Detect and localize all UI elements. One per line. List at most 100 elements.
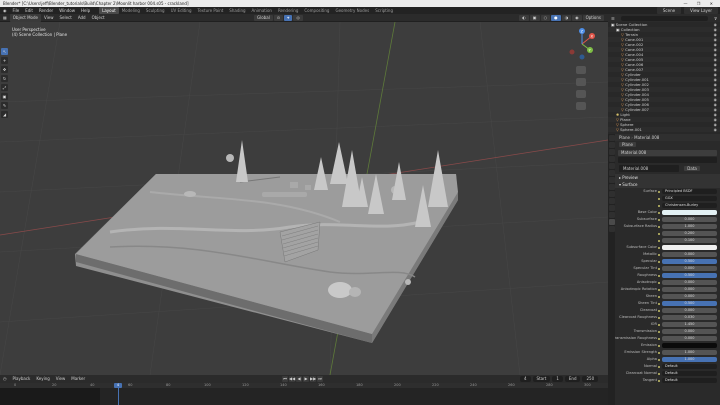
property-value-field[interactable]: 0.500: [662, 259, 717, 264]
jump-keyframe-back-icon[interactable]: ◀◀: [289, 376, 295, 382]
socket-dot-icon[interactable]: [658, 260, 660, 263]
pivot-icon[interactable]: ⊙: [273, 15, 284, 21]
viewport-menu-object[interactable]: Object: [89, 14, 108, 22]
material-slot-2[interactable]: [618, 157, 717, 163]
socket-dot-icon[interactable]: [658, 344, 660, 347]
socket-dot-icon[interactable]: [658, 218, 660, 221]
properties-tab-icon[interactable]: [608, 226, 615, 232]
socket-dot-icon[interactable]: [658, 211, 660, 214]
properties-tab-icon[interactable]: [608, 142, 615, 148]
properties-tab-icon[interactable]: [608, 184, 615, 190]
property-value-field[interactable]: Default: [662, 364, 717, 369]
socket-dot-icon[interactable]: [658, 281, 660, 284]
play-reverse-icon[interactable]: ◀: [296, 376, 302, 382]
timeline-menu-keying[interactable]: Keying: [33, 375, 52, 383]
menu-file[interactable]: File: [10, 7, 23, 14]
properties-tab-icon[interactable]: [608, 177, 615, 183]
socket-dot-icon[interactable]: [658, 288, 660, 291]
socket-dot-icon[interactable]: [658, 302, 660, 305]
scale-tool-icon[interactable]: ⤢: [1, 84, 8, 91]
scene-selector[interactable]: Scene: [656, 7, 682, 14]
material-slot-1[interactable]: Material.008: [618, 150, 717, 156]
properties-tab-icon[interactable]: [608, 205, 615, 211]
properties-tab-icon[interactable]: [608, 156, 615, 162]
visibility-eye-icon[interactable]: ◉: [714, 127, 717, 132]
viewport-menu-view[interactable]: View: [41, 14, 57, 22]
timeline-menu-view[interactable]: View: [53, 375, 69, 383]
filter-icon[interactable]: ⊽: [711, 16, 720, 21]
snap-icon[interactable]: ⌖: [284, 15, 293, 21]
select-tool-icon[interactable]: ↖: [1, 48, 8, 55]
property-value-field[interactable]: Christensen-Burley: [662, 203, 717, 208]
workspace-tab-scripting[interactable]: Scripting: [372, 7, 396, 14]
property-value-field[interactable]: 0.000: [662, 280, 717, 285]
socket-dot-icon[interactable]: [658, 274, 660, 277]
property-value-field[interactable]: 0.200: [662, 231, 717, 236]
proportional-edit-icon[interactable]: ◎: [293, 15, 303, 21]
material-shading-icon[interactable]: ◑: [561, 15, 572, 21]
3d-viewport[interactable]: ↖ + ✥ ↻ ⤢ ▣ ✎ ◢ User Perspective (4) Scene Coll…: [0, 22, 608, 375]
object-selector[interactable]: Plane: [619, 142, 636, 147]
properties-tab-icon[interactable]: [608, 212, 615, 218]
socket-dot-icon[interactable]: [658, 253, 660, 256]
jump-keyframe-forward-icon[interactable]: ▶▶: [310, 376, 316, 382]
property-value-field[interactable]: 1.000: [662, 357, 717, 362]
socket-dot-icon[interactable]: [658, 204, 660, 207]
timeline-area[interactable]: 0 20 40 60 80 100 120 140 160 180 200 220 240 260 280 3…: [0, 383, 608, 405]
view-layer-selector[interactable]: View Layer: [684, 7, 718, 14]
annotate-tool-icon[interactable]: ✎: [1, 102, 8, 109]
property-value-field[interactable]: 0.000: [662, 336, 717, 341]
properties-tab-icon[interactable]: [608, 135, 615, 141]
measure-tool-icon[interactable]: ◢: [1, 111, 8, 118]
surface-section[interactable]: ▾ Surface: [615, 181, 720, 188]
property-value-field[interactable]: 0.000: [662, 217, 717, 222]
property-value-field[interactable]: Principled BSDF: [662, 189, 717, 194]
transform-tool-icon[interactable]: ▣: [1, 93, 8, 100]
property-value-field[interactable]: 0.000: [662, 308, 717, 313]
socket-dot-icon[interactable]: [658, 309, 660, 312]
property-value-field[interactable]: 0.500: [662, 273, 717, 278]
property-value-field[interactable]: 1.000: [662, 224, 717, 229]
workspace-tab-shading[interactable]: Shading: [226, 7, 248, 14]
socket-dot-icon[interactable]: [658, 190, 660, 193]
rotate-tool-icon[interactable]: ↻: [1, 75, 8, 82]
property-value-field[interactable]: 1.000: [662, 350, 717, 355]
socket-dot-icon[interactable]: [658, 197, 660, 200]
property-value-field[interactable]: 0.100: [662, 238, 717, 243]
socket-dot-icon[interactable]: [658, 323, 660, 326]
solid-shading-icon[interactable]: ●: [551, 15, 561, 21]
cursor-tool-icon[interactable]: +: [1, 57, 8, 64]
jump-start-icon[interactable]: ⏮: [282, 376, 288, 382]
socket-dot-icon[interactable]: [658, 246, 660, 249]
socket-dot-icon[interactable]: [658, 232, 660, 235]
wireframe-shading-icon[interactable]: ○: [540, 15, 551, 21]
socket-dot-icon[interactable]: [658, 365, 660, 368]
workspace-tab-animation[interactable]: Animation: [249, 7, 275, 14]
property-value-field[interactable]: 1.450: [662, 322, 717, 327]
rendered-shading-icon[interactable]: ◉: [572, 15, 582, 21]
property-value-field[interactable]: 0.500: [662, 301, 717, 306]
workspace-tab-compositing[interactable]: Compositing: [301, 7, 332, 14]
material-name-field[interactable]: Material.008: [619, 165, 679, 172]
property-value-field[interactable]: 0.000: [662, 252, 717, 257]
viewport-menu-select[interactable]: Select: [56, 14, 74, 22]
window-controls[interactable]: — ❐ ✕: [684, 0, 717, 7]
property-value-field[interactable]: GGX: [662, 196, 717, 201]
preview-section[interactable]: ▸ Preview: [615, 174, 720, 181]
property-value-field[interactable]: [662, 210, 717, 215]
socket-dot-icon[interactable]: [658, 225, 660, 228]
current-frame-field[interactable]: 4: [520, 376, 531, 382]
start-frame-field[interactable]: 1: [552, 376, 563, 382]
outliner-search-input[interactable]: [620, 15, 709, 21]
properties-tab-icon[interactable]: [608, 198, 615, 204]
options-button[interactable]: Options: [582, 15, 604, 21]
material-link-button[interactable]: Data: [684, 166, 700, 171]
properties-tab-icon[interactable]: [608, 149, 615, 155]
property-value-field[interactable]: [662, 343, 717, 348]
socket-dot-icon[interactable]: [658, 379, 660, 382]
properties-tab-icon[interactable]: [608, 191, 615, 197]
mode-selector[interactable]: Object Mode: [9, 13, 41, 22]
socket-dot-icon[interactable]: [658, 351, 660, 354]
jump-end-icon[interactable]: ⏭: [317, 376, 323, 382]
socket-dot-icon[interactable]: [658, 267, 660, 270]
